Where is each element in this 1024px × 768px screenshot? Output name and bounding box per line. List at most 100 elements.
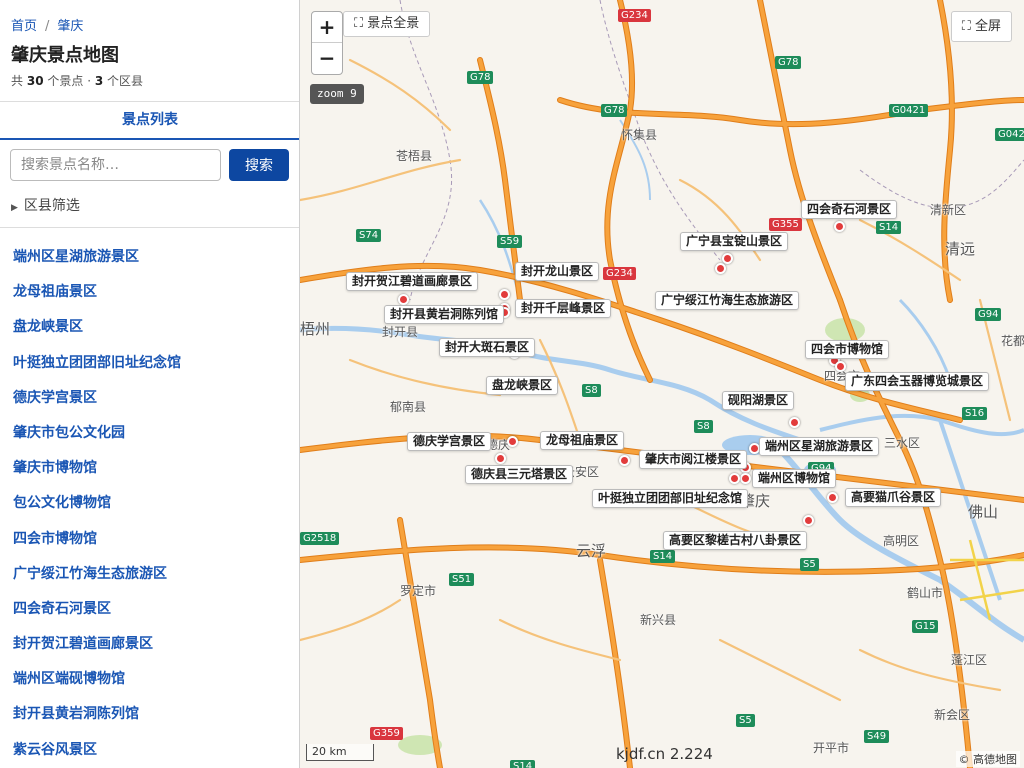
district-filter-label: 区县筛选 — [23, 198, 80, 214]
expand-icon: ⛶ — [961, 19, 971, 34]
spot-list: 端州区星湖旅游景区 龙母祖庙景区 盘龙峡景区 叶挺独立团团部旧址纪念馆 德庆学宫… — [13, 240, 293, 768]
spot-list-item[interactable]: 德庆学宫景区 — [13, 381, 293, 416]
place-name-label: 开平市 — [813, 741, 850, 755]
district-filter-toggle[interactable]: ▶ 区县筛选 — [11, 195, 80, 215]
spot-marker-label[interactable]: 端州区博物馆 — [752, 469, 837, 488]
road-shield: G15 — [912, 620, 939, 633]
breadcrumb-current-link[interactable]: 肇庆 — [57, 19, 83, 34]
spot-unit: 个景点 · — [47, 74, 92, 88]
road-shield: S14 — [510, 760, 536, 768]
place-name-label: 苍梧县 — [396, 149, 433, 163]
road-shield: S5 — [736, 714, 755, 727]
stats-line: 共 30 个景点 · 3 个区县 — [11, 72, 143, 89]
spot-marker-pin[interactable] — [729, 473, 740, 484]
spot-marker-label[interactable]: 德庆学宫景区 — [407, 432, 492, 451]
spot-marker-label[interactable]: 广宁绥江竹海生态旅游区 — [655, 291, 800, 310]
road-shield: S8 — [582, 384, 601, 397]
spot-list-item[interactable]: 盘龙峡景区 — [13, 310, 293, 345]
yellow-road-layer — [950, 539, 1024, 621]
zoom-level-badge: zoom 9 — [310, 84, 364, 104]
road-shield: S16 — [962, 407, 988, 420]
spot-list-item[interactable]: 端州区星湖旅游景区 — [13, 240, 293, 275]
spot-marker-label[interactable]: 封开千层峰景区 — [515, 299, 612, 318]
spot-marker-label[interactable]: 高要猫爪谷景区 — [845, 488, 942, 507]
zoom-in-button[interactable]: + — [312, 12, 342, 43]
spot-marker-label[interactable]: 封开大斑石景区 — [439, 338, 536, 357]
breadcrumb: 首页 / 肇庆 — [11, 15, 83, 34]
spot-marker-label[interactable]: 叶挺独立团团部旧址纪念馆 — [592, 489, 749, 508]
search-button[interactable]: 搜索 — [229, 149, 289, 181]
zoom-out-button[interactable]: − — [312, 43, 342, 74]
spot-marker-pin[interactable] — [834, 221, 845, 232]
road-shield: G0421 — [889, 104, 929, 117]
stats-prefix: 共 — [11, 74, 24, 88]
spot-list-item[interactable]: 肇庆市包公文化园 — [13, 416, 293, 451]
sidebar: 首页 / 肇庆 肇庆景点地图 共 30 个景点 · 3 个区县 景点列表 搜索 ▶ 区… — [0, 0, 300, 768]
spot-list-item[interactable]: 肇庆市博物馆 — [13, 451, 293, 486]
overview-label: 景点全景 — [367, 16, 420, 31]
place-name-label: 佛山 — [968, 503, 999, 521]
expand-icon: ⛶ — [354, 16, 364, 31]
map-attribution: © 高德地图 — [955, 751, 1020, 767]
spot-marker-pin[interactable] — [507, 436, 518, 447]
map-canvas[interactable]: 怀集县 苍梧县 清新区 清远 梧州 封开县 四会市 郁南县 德庆 云安区 肇庆 三水区 佛山 云浮 高明区罗… — [300, 0, 1024, 768]
spot-marker-pin[interactable] — [789, 417, 800, 428]
spot-list-item[interactable]: 包公文化博物馆 — [13, 486, 293, 521]
spot-list-item[interactable]: 端州区端砚博物馆 — [13, 662, 293, 697]
place-name-label: 新兴县 — [640, 613, 677, 627]
spot-marker-label[interactable]: 四会奇石河景区 — [801, 200, 898, 219]
spot-marker-pin[interactable] — [495, 453, 506, 464]
spot-marker-label[interactable]: 高要区黎槎古村八卦景区 — [663, 531, 808, 550]
spot-marker-label[interactable]: 肇庆市阅江楼景区 — [639, 450, 748, 469]
road-shield: G94 — [975, 308, 1002, 321]
search-input[interactable] — [10, 149, 221, 181]
road-shield: S14 — [650, 550, 676, 563]
spot-marker-label[interactable]: 广东四会玉器博览城景区 — [845, 372, 990, 391]
spot-marker-pin[interactable] — [827, 492, 838, 503]
road-shield: G359 — [370, 727, 403, 740]
spot-marker-label[interactable]: 盘龙峡景区 — [486, 376, 559, 395]
spot-count: 30 — [26, 74, 44, 88]
spot-marker-label[interactable]: 广宁县宝锭山景区 — [680, 232, 789, 251]
spot-marker-label[interactable]: 封开龙山景区 — [515, 262, 600, 281]
place-name-label: 封开县 — [382, 325, 419, 339]
spot-marker-label[interactable]: 德庆县三元塔景区 — [465, 465, 574, 484]
spot-list-item[interactable]: 广宁绥江竹海生态旅游区 — [13, 557, 293, 592]
spot-list-item[interactable]: 四会奇石河景区 — [13, 592, 293, 627]
spot-marker-pin[interactable] — [722, 253, 733, 264]
spot-list-item[interactable]: 四会市博物馆 — [13, 522, 293, 557]
spot-marker-pin[interactable] — [803, 515, 814, 526]
spot-list-item[interactable]: 紫云谷风景区 — [13, 733, 293, 768]
spot-marker-label[interactable]: 砚阳湖景区 — [722, 391, 795, 410]
spot-marker-label[interactable]: 端州区星湖旅游景区 — [759, 437, 880, 456]
spot-marker-label[interactable]: 龙母祖庙景区 — [540, 431, 625, 450]
spot-marker-pin[interactable] — [619, 455, 630, 466]
spot-marker-label[interactable]: 封开县黄岩洞陈列馆 — [384, 305, 505, 324]
place-name-label: 清新区 — [930, 203, 967, 217]
road-shield: G355 — [769, 218, 802, 231]
spot-marker-label[interactable]: 封开贺江碧道画廊景区 — [346, 272, 479, 291]
spot-marker-label[interactable]: 四会市博物馆 — [805, 340, 890, 359]
breadcrumb-home-link[interactable]: 首页 — [11, 19, 37, 34]
spot-list-item[interactable]: 封开贺江碧道画廊景区 — [13, 627, 293, 662]
spot-list-item[interactable]: 龙母祖庙景区 — [13, 275, 293, 310]
spot-marker-pin[interactable] — [835, 361, 846, 372]
watermark: kjdf.cn 2.224 — [616, 745, 713, 763]
breadcrumb-separator: / — [45, 19, 50, 34]
fullscreen-button[interactable]: ⛶ 全屏 — [950, 11, 1012, 42]
road-shield: S74 — [356, 229, 382, 242]
road-shield: S14 — [876, 221, 902, 234]
spot-list-item[interactable]: 叶挺独立团团部旧址纪念馆 — [13, 346, 293, 381]
spot-marker-pin[interactable] — [398, 294, 409, 305]
road-shield: G78 — [601, 104, 628, 117]
divider — [0, 227, 299, 228]
spot-marker-pin[interactable] — [715, 263, 726, 274]
caret-right-icon: ▶ — [11, 203, 18, 213]
spot-marker-pin[interactable] — [740, 473, 751, 484]
spot-marker-pin[interactable] — [499, 289, 510, 300]
road-shield: S8 — [694, 420, 713, 433]
tab-spot-list[interactable]: 景点列表 — [0, 102, 299, 140]
spot-list-item[interactable]: 封开县黄岩洞陈列馆 — [13, 697, 293, 732]
overview-button[interactable]: ⛶ 景点全景 — [343, 11, 431, 37]
road-shield: S49 — [864, 730, 890, 743]
